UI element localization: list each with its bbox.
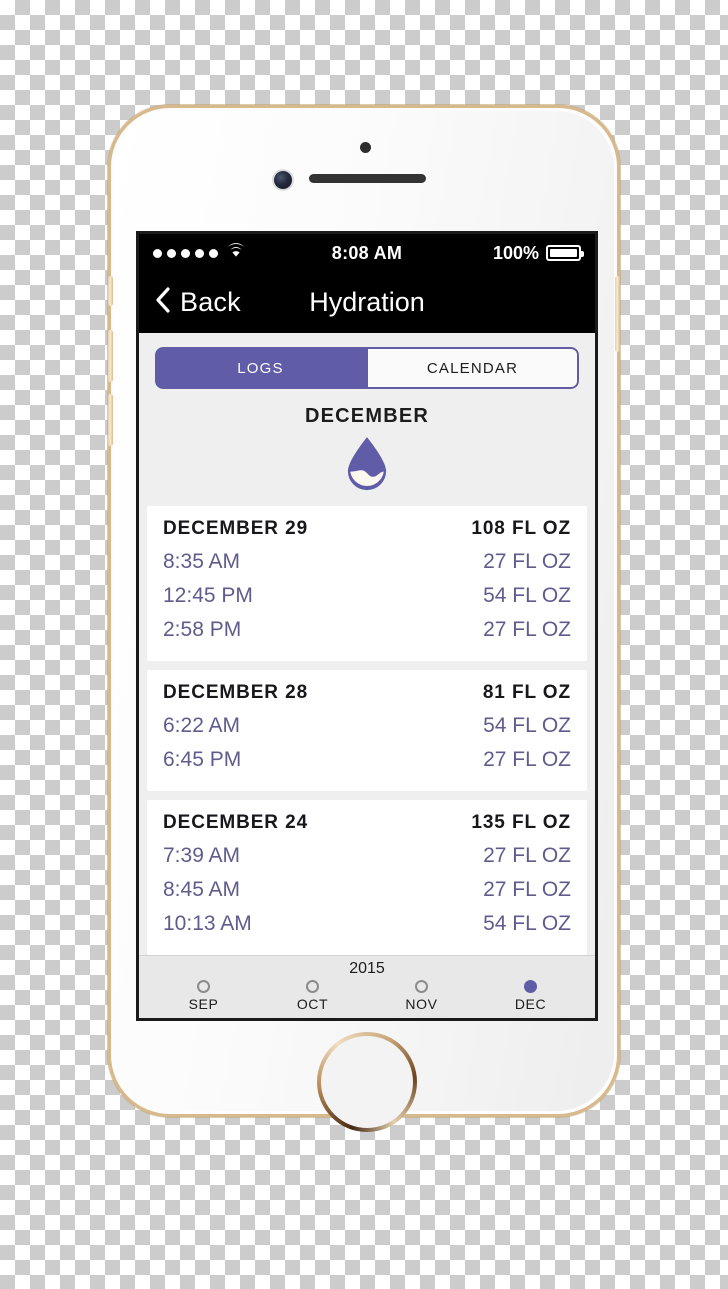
volume-down-button[interactable] [108,394,113,446]
entry-time: 10:13 AM [163,912,252,935]
log-card[interactable]: DECEMBER 24 135 FL OZ 7:39 AM 27 FL OZ 8… [147,800,587,955]
power-button[interactable] [615,276,620,352]
log-card-header: DECEMBER 28 81 FL OZ [163,682,571,709]
status-bar: 8:08 AM 100% [139,234,595,272]
entry-amount: 27 FL OZ [483,748,571,771]
signal-strength-icon [153,248,218,258]
month-item-dec[interactable]: DEC [496,980,566,1012]
phone-device: 8:08 AM 100% Back Hydration LOGS CALENDA… [108,105,620,1128]
log-total: 108 FL OZ [471,518,571,539]
month-picker[interactable]: 2015 SEP OCT NOV DEC [139,955,595,1018]
back-button[interactable]: Back [139,286,241,319]
status-bar-right: 100% [492,242,584,264]
log-total: 81 FL OZ [482,682,571,703]
log-entry[interactable]: 10:13 AM 54 FL OZ [163,907,571,941]
segmented-control: LOGS CALENDAR [155,347,579,389]
month-list: SEP OCT NOV DEC [139,978,595,1012]
month-label: DEC [514,996,547,1012]
tab-logs[interactable]: LOGS [155,347,366,389]
log-entry[interactable]: 2:58 PM 27 FL OZ [163,613,571,647]
navigation-bar: Back Hydration [139,272,595,333]
battery-full-icon [546,245,584,261]
log-date: DECEMBER 29 [163,518,309,539]
entry-amount: 27 FL OZ [483,618,571,641]
log-entry[interactable]: 8:35 AM 27 FL OZ [163,545,571,579]
log-total: 135 FL OZ [471,812,571,833]
log-card[interactable]: DECEMBER 29 108 FL OZ 8:35 AM 27 FL OZ 1… [147,506,587,661]
current-month-label: DECEMBER [304,405,430,427]
entry-time: 8:45 AM [163,878,241,901]
entry-amount: 27 FL OZ [483,550,571,573]
front-camera-icon [274,171,292,189]
entry-amount: 54 FL OZ [483,584,571,607]
month-label: SEP [188,996,219,1012]
log-entry[interactable]: 7:39 AM 27 FL OZ [163,839,571,873]
log-date: DECEMBER 24 [163,812,309,833]
phone-screen: 8:08 AM 100% Back Hydration LOGS CALENDA… [136,231,598,1021]
entry-time: 2:58 PM [163,618,242,641]
back-button-label: Back [180,287,241,317]
battery-percent-label: 100% [492,242,539,263]
tab-calendar[interactable]: CALENDAR [366,347,579,389]
month-dot-icon [415,980,428,993]
month-dot-icon [197,980,210,993]
segmented-control-wrap: LOGS CALENDAR [139,333,595,389]
entry-time: 12:45 PM [163,584,253,607]
entry-time: 7:39 AM [163,844,241,867]
entry-amount: 54 FL OZ [483,714,571,737]
month-header: DECEMBER [139,389,595,492]
month-item-oct[interactable]: OCT [278,980,348,1012]
log-date: DECEMBER 28 [163,682,309,703]
proximity-sensor-icon [360,142,371,153]
month-dot-icon [306,980,319,993]
entry-time: 6:45 PM [163,748,242,771]
month-label: NOV [405,996,438,1012]
month-item-nov[interactable]: NOV [387,980,457,1012]
chevron-left-icon [155,286,171,319]
hydration-log-list[interactable]: DECEMBER 29 108 FL OZ 8:35 AM 27 FL OZ 1… [139,506,595,955]
month-label: OCT [296,996,329,1012]
wifi-icon [226,243,246,263]
log-card[interactable]: DECEMBER 28 81 FL OZ 6:22 AM 54 FL OZ 6:… [147,670,587,791]
log-card-header: DECEMBER 24 135 FL OZ [163,812,571,839]
entry-time: 8:35 AM [163,550,241,573]
log-entry[interactable]: 12:45 PM 54 FL OZ [163,579,571,613]
home-button[interactable] [317,1032,417,1132]
water-droplet-icon [347,437,387,491]
entry-amount: 27 FL OZ [483,878,571,901]
mute-switch[interactable] [108,276,113,306]
month-item-sep[interactable]: SEP [169,980,239,1012]
month-dot-icon [524,980,537,993]
log-entry[interactable]: 6:45 PM 27 FL OZ [163,743,571,777]
log-entry[interactable]: 8:45 AM 27 FL OZ [163,873,571,907]
log-entry[interactable]: 6:22 AM 54 FL OZ [163,709,571,743]
volume-up-button[interactable] [108,330,113,382]
log-card-header: DECEMBER 29 108 FL OZ [163,518,571,545]
entry-amount: 54 FL OZ [483,912,571,935]
earpiece-speaker [309,174,426,183]
entry-amount: 27 FL OZ [483,844,571,867]
year-label: 2015 [349,960,385,977]
entry-time: 6:22 AM [163,714,241,737]
